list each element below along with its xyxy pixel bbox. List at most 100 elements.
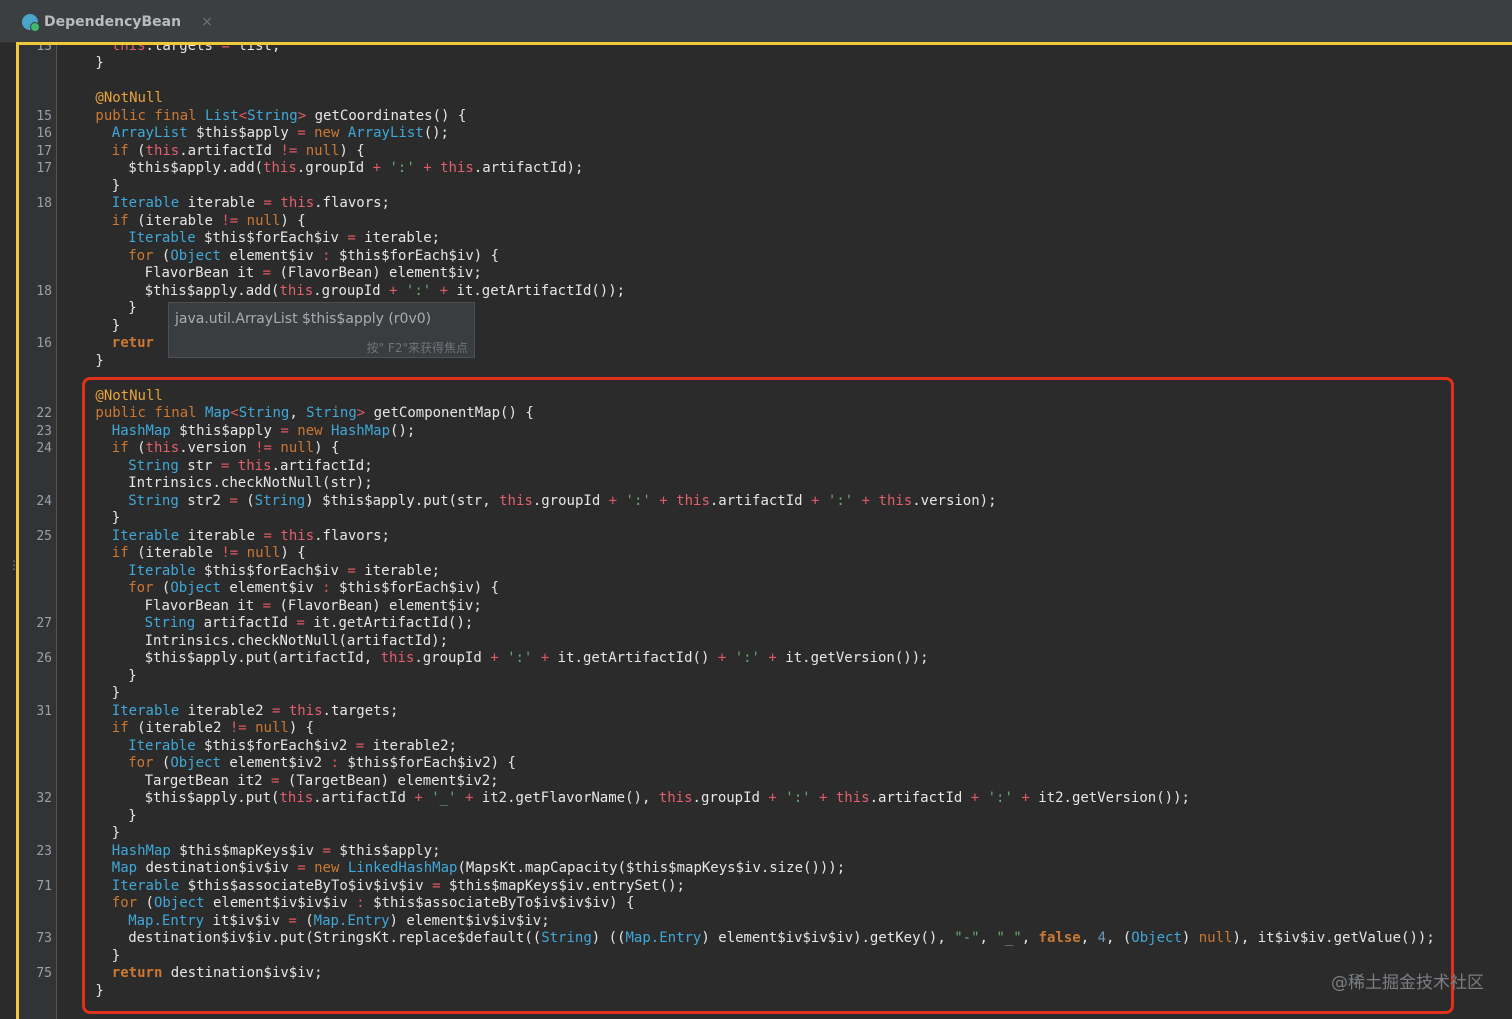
close-icon[interactable]: × xyxy=(201,14,213,30)
line-number xyxy=(19,948,52,966)
code-token: final xyxy=(154,405,197,421)
code-line: if (iterable2 != null) { xyxy=(112,720,314,738)
code-token: getComponentMap() { xyxy=(365,405,534,421)
code-token: + xyxy=(768,790,777,806)
line-number xyxy=(19,738,52,756)
code-line: destination$iv$iv.put(StringsKt.replace$… xyxy=(128,930,1435,948)
code-token: = xyxy=(280,423,289,439)
code-token: Intrinsics.checkNotNull(str); xyxy=(128,475,373,491)
code-token: ':' xyxy=(389,160,415,176)
code-token: = xyxy=(432,878,441,894)
code-line: for (Object element$iv2 : $this$forEach$… xyxy=(128,755,516,773)
code-line: retur xyxy=(112,335,154,353)
code-token: for xyxy=(128,580,154,596)
tooltip-hint: 按" F2"来获得焦点 xyxy=(366,341,468,355)
code-token: + xyxy=(861,493,871,509)
code-token: $this$apply.put( xyxy=(144,790,280,806)
code-token: this xyxy=(499,493,533,509)
code-token: "-" xyxy=(954,930,980,946)
code-token: . xyxy=(145,42,154,54)
drag-handle-icon[interactable]: ⋮ xyxy=(8,559,20,580)
code-token: $this$forEach$iv2) { xyxy=(338,755,516,771)
code-line: Iterable $this$forEach$iv2 = iterable2; xyxy=(128,738,457,756)
code-token: "_" xyxy=(996,930,1022,946)
code-token: != xyxy=(280,143,298,159)
code-token: (MapsKt.mapCapacity($this$mapKeys$iv.siz… xyxy=(457,860,846,876)
code-line: } xyxy=(112,510,120,528)
code-token: .version xyxy=(179,440,256,456)
code-token: : xyxy=(356,895,365,911)
code-token: @NotNull xyxy=(95,388,163,404)
editor-tab-bar: DependencyBean × xyxy=(0,0,1512,43)
code-token: .artifactId); xyxy=(473,160,584,176)
code-token: this xyxy=(878,493,913,509)
code-token: Object xyxy=(170,248,221,264)
code-token: it.getArtifactId(); xyxy=(304,615,474,631)
code-line: if (this.version != null) { xyxy=(112,440,340,458)
line-number xyxy=(19,300,52,318)
code-token: .targets; xyxy=(322,703,399,719)
code-line: if (iterable != null) { xyxy=(112,213,306,231)
code-token: TargetBean it2 xyxy=(144,773,272,789)
code-token: = xyxy=(322,843,331,859)
code-line: if (this.artifactId != null) { xyxy=(112,143,365,161)
code-editor[interactable]: 13 15 16 17 17 18 18 16 22 23 24 24 25 27 26 31 32 23 71 73… xyxy=(16,42,1512,1019)
code-token: = xyxy=(347,230,356,246)
variable-tooltip: java.util.ArrayList $this$apply (r0v0) 按… xyxy=(168,302,475,358)
line-number xyxy=(19,720,52,738)
code-token: HashMap xyxy=(111,843,171,859)
code-token: destination$iv$iv.put(StringsKt.replace$… xyxy=(128,930,542,946)
code-token: this xyxy=(280,528,315,544)
code-line: @NotNull xyxy=(95,90,162,108)
code-token: ) { xyxy=(339,143,365,159)
code-token: ) xyxy=(1181,930,1199,946)
code-token: null xyxy=(246,213,281,229)
tooltip-text: java.util.ArrayList $this$apply (r0v0) xyxy=(175,311,432,327)
code-token: it$iv$iv xyxy=(204,913,289,929)
line-number: 23 xyxy=(36,424,52,439)
code-token: $this$mapKeys$iv xyxy=(170,843,323,859)
code-token: '_' xyxy=(431,790,457,806)
code-token: $this$mapKeys$iv.entrySet(); xyxy=(440,878,685,894)
tab-dependency-bean[interactable]: DependencyBean × xyxy=(22,6,213,38)
code-token: this xyxy=(676,493,710,509)
code-token: ArrayList xyxy=(347,125,424,141)
line-number: 17 xyxy=(36,161,52,176)
code-line: Iterable iterable2 = this.targets; xyxy=(112,703,399,721)
code-token: Iterable xyxy=(128,230,196,246)
code-token: String xyxy=(247,108,298,124)
code-token: < xyxy=(230,405,239,421)
line-number-gutter[interactable]: 13 15 16 17 17 18 18 16 22 23 24 24 25 27 26 31 32 23 71 73… xyxy=(19,45,57,1019)
code-token: ( xyxy=(153,755,171,771)
code-area[interactable]: this.targets = list;} @NotNull public fina… xyxy=(57,45,1512,1019)
code-line: for (Object element$iv : $this$forEach$i… xyxy=(128,580,499,598)
code-token: artifactId xyxy=(195,615,297,631)
code-line: Iterable iterable = this.flavors; xyxy=(112,195,390,213)
code-token: (iterable xyxy=(128,213,222,229)
code-token: null xyxy=(305,143,340,159)
code-token: } xyxy=(111,510,121,526)
code-token: element$iv2 xyxy=(220,755,331,771)
code-token: Object xyxy=(170,755,221,771)
code-token: this xyxy=(279,790,314,806)
code-token: (); xyxy=(390,423,416,439)
code-token: ) { xyxy=(314,440,340,456)
code-token: ) $this$apply.put(str, xyxy=(305,493,500,509)
code-token: < xyxy=(238,108,248,124)
code-token: + xyxy=(490,650,499,666)
code-token: = xyxy=(347,563,356,579)
code-token: $this$forEach$iv xyxy=(195,230,348,246)
code-token: $this$forEach$iv2 xyxy=(195,738,356,754)
code-token: , xyxy=(979,930,997,946)
code-token: .artifactId; xyxy=(271,458,373,474)
code-token: } xyxy=(95,983,104,999)
code-token: != xyxy=(255,440,272,456)
line-number xyxy=(19,755,52,773)
code-line: Iterable $this$associateByTo$iv$iv$iv = … xyxy=(112,878,685,896)
code-token: (); xyxy=(423,125,449,141)
line-number xyxy=(19,895,52,913)
code-line: } xyxy=(112,178,120,196)
code-token: this xyxy=(279,283,314,299)
